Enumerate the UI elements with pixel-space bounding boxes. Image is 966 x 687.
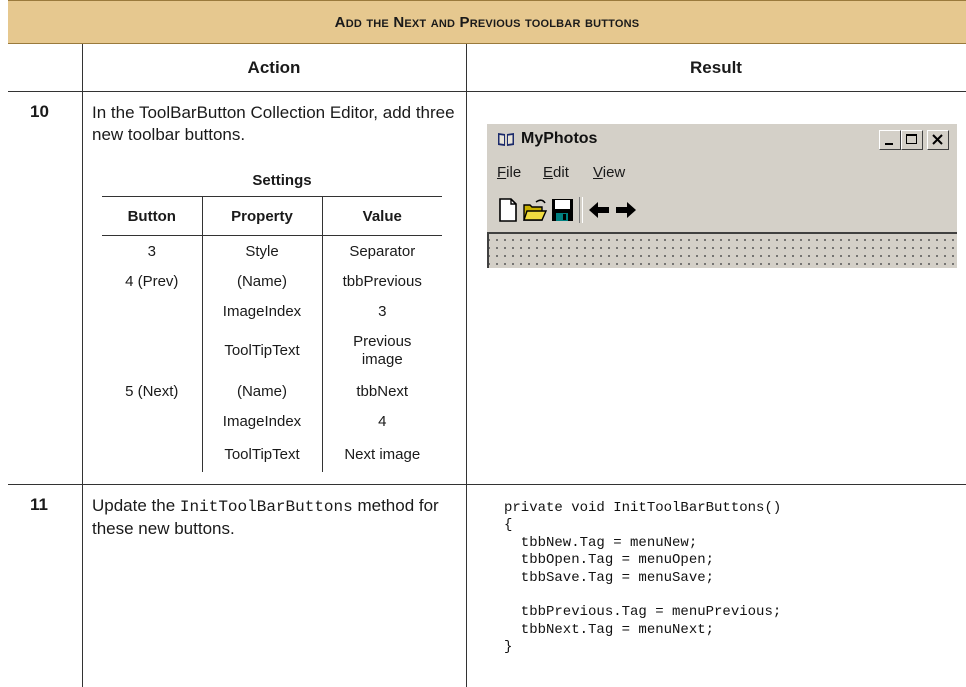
open-folder-icon xyxy=(523,199,548,221)
step-number: 11 xyxy=(30,495,48,514)
window-title: MyPhotos xyxy=(521,130,598,147)
myphotos-window-screenshot: MyPhotos File Edit View xyxy=(486,124,957,268)
step-number: 10 xyxy=(30,102,49,121)
menu-file[interactable]: File xyxy=(497,164,521,181)
form-design-surface xyxy=(487,232,957,268)
menu-bar: File Edit View xyxy=(487,160,957,186)
settings-cell: 3 xyxy=(321,296,442,326)
settings-cell: 3 xyxy=(147,242,156,260)
method-name: InitToolBarButtons xyxy=(179,498,353,516)
step-instruction: Update the InitToolBarButtons method for… xyxy=(92,495,452,540)
close-icon xyxy=(932,134,943,145)
arrow-right-icon xyxy=(616,202,636,218)
close-button[interactable] xyxy=(927,130,949,150)
settings-header-row: Button Property Value xyxy=(102,196,442,236)
arrow-left-icon xyxy=(589,202,609,218)
settings-cell: Previous image xyxy=(321,326,442,376)
window-title-bar: MyPhotos xyxy=(487,124,957,154)
settings-cell: Separator xyxy=(321,235,442,266)
settings-title: Settings xyxy=(252,172,312,189)
settings-cell: ToolTipText xyxy=(201,436,322,472)
settings-cell xyxy=(102,326,202,376)
settings-cell: ImageIndex xyxy=(201,406,322,436)
table-row: ToolTipText Next image xyxy=(102,436,442,472)
settings-cell: Style xyxy=(201,235,322,266)
table-row: 4 (Prev) (Name) tbbPrevious xyxy=(102,266,442,296)
settings-header-property: Property xyxy=(201,196,322,236)
step-instruction: In the ToolBarButton Collection Editor, … xyxy=(92,103,455,144)
save-button[interactable] xyxy=(549,196,575,224)
code-listing: private void InitToolBarButtons() { tbbN… xyxy=(504,500,782,656)
settings-cell: 4 xyxy=(321,406,442,436)
table-row: ToolTipText Previous image xyxy=(102,326,442,376)
instruction-text: Update the xyxy=(92,496,180,515)
settings-header-value: Value xyxy=(321,196,442,236)
save-disk-icon xyxy=(552,199,573,221)
table-header-row: Action Result xyxy=(8,44,966,92)
settings-cell: Next image xyxy=(321,436,442,472)
table-row: 3 Style Separator xyxy=(102,235,442,266)
next-button[interactable] xyxy=(613,196,639,224)
open-button[interactable] xyxy=(522,196,548,224)
new-button[interactable] xyxy=(495,196,521,224)
settings-header-button: Button xyxy=(127,207,176,225)
action-column-header: Action xyxy=(247,57,301,77)
settings-cell xyxy=(102,296,202,326)
row-divider xyxy=(8,484,966,485)
menu-edit-mnemonic: E xyxy=(543,164,554,181)
column-divider-result xyxy=(466,44,467,687)
settings-cell: (Name) xyxy=(201,376,322,406)
settings-cell: ImageIndex xyxy=(201,296,322,326)
settings-cell: tbbNext xyxy=(321,376,442,406)
table-row: ImageIndex 3 xyxy=(102,296,442,326)
banner-title: Add the Next and Previous toolbar button… xyxy=(334,13,640,31)
maximize-button[interactable] xyxy=(901,130,923,150)
menu-edit[interactable]: Edit xyxy=(543,164,569,181)
menu-view-label: iew xyxy=(602,164,626,181)
result-column-header: Result xyxy=(690,57,742,77)
menu-view[interactable]: View xyxy=(593,164,625,181)
new-file-icon xyxy=(499,198,517,222)
column-divider-step xyxy=(82,44,83,687)
book-icon xyxy=(498,133,514,146)
table-row: ImageIndex 4 xyxy=(102,406,442,436)
section-banner: Add the Next and Previous toolbar button… xyxy=(8,0,966,44)
settings-cell: (Name) xyxy=(201,266,322,296)
table-row: 5 (Next) (Name) tbbNext xyxy=(102,376,442,406)
settings-cell: ToolTipText xyxy=(201,326,322,376)
settings-cell: tbbPrevious xyxy=(321,266,442,296)
document-page: Add the Next and Previous toolbar button… xyxy=(8,0,966,687)
minimize-button[interactable] xyxy=(879,130,901,150)
settings-cell: 4 (Prev) xyxy=(125,272,179,290)
settings-cell: 5 (Next) xyxy=(125,382,179,400)
settings-table: Button Property Value 3 Style Separator … xyxy=(102,196,442,472)
menu-file-label: ile xyxy=(506,164,522,181)
toolbar-separator xyxy=(579,197,583,223)
menu-view-mnemonic: V xyxy=(593,164,603,181)
settings-cell xyxy=(102,406,202,436)
menu-edit-label: dit xyxy=(553,164,569,181)
minimize-icon xyxy=(885,143,893,145)
settings-cell xyxy=(102,436,202,472)
previous-button[interactable] xyxy=(586,196,612,224)
maximize-icon xyxy=(906,134,917,144)
toolbar xyxy=(487,194,957,228)
menu-file-mnemonic: F xyxy=(497,164,507,181)
